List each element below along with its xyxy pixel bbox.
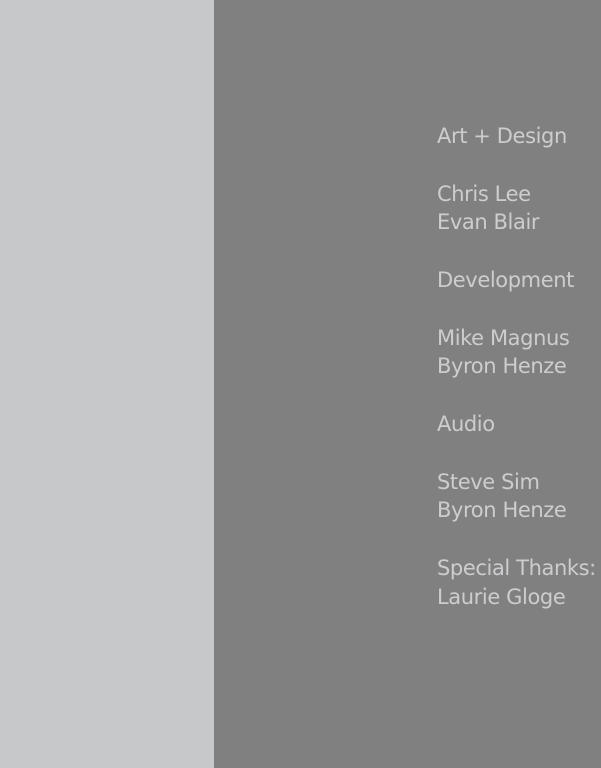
credits-name: Chris Lee bbox=[437, 181, 531, 206]
credits-heading-special-thanks: Special Thanks: bbox=[437, 555, 596, 580]
credits-list: Art + Design Chris Lee Evan Blair Develo… bbox=[437, 122, 596, 612]
credits-heading-development: Development bbox=[437, 267, 574, 292]
credits-spacer bbox=[437, 151, 596, 180]
credits-heading-art: Art + Design bbox=[437, 124, 567, 148]
credits-name: Byron Henze bbox=[437, 498, 567, 523]
credits-name: Mike Magnus bbox=[437, 325, 570, 350]
credits-name: Steve Sim bbox=[437, 469, 540, 494]
credits-name: Byron Henze bbox=[437, 354, 567, 379]
credits-spacer bbox=[437, 439, 596, 468]
credits-name: Laurie Gloge bbox=[437, 584, 566, 609]
left-panel bbox=[0, 0, 214, 768]
credits-spacer bbox=[437, 237, 596, 266]
credits-spacer bbox=[437, 295, 596, 324]
credits-heading-audio: Audio bbox=[437, 411, 495, 436]
credits-spacer bbox=[437, 525, 596, 554]
credits-spacer bbox=[437, 381, 596, 410]
credits-name: Evan Blair bbox=[437, 210, 540, 235]
